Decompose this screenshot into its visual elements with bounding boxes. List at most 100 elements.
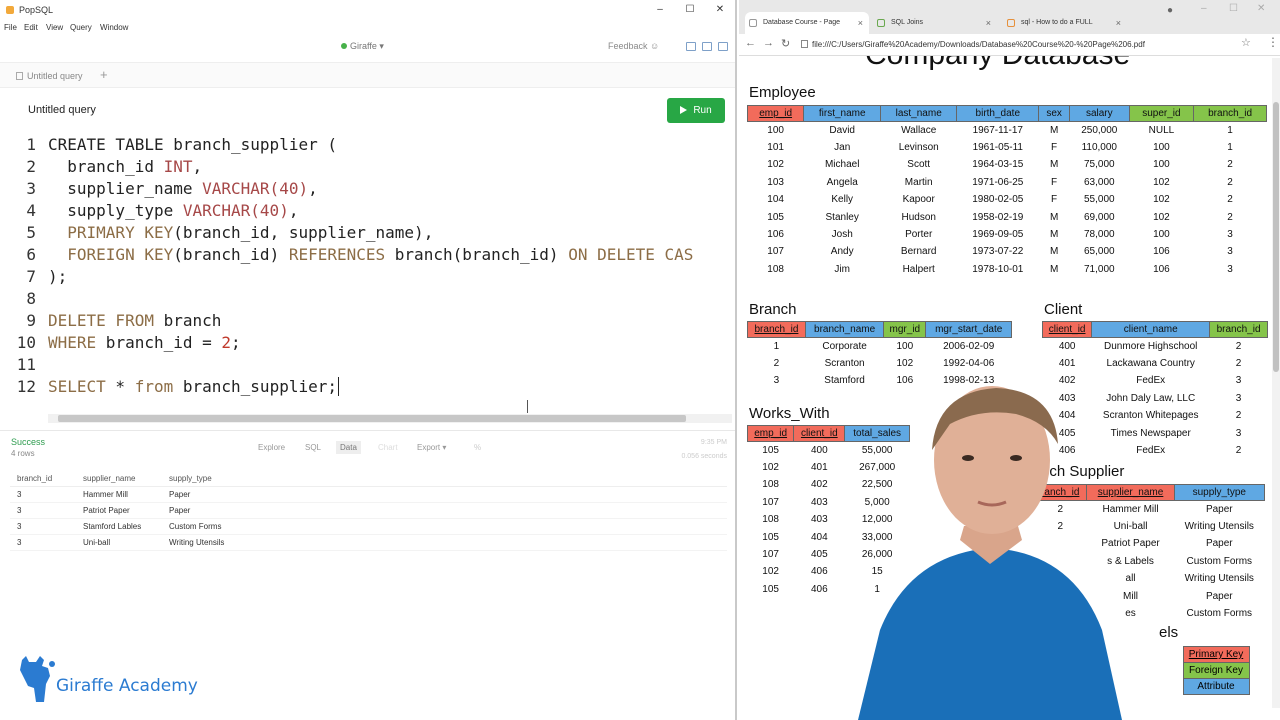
sql-editor[interactable]: 1 CREATE TABLE branch_supplier (2 branch_… (0, 134, 735, 410)
browser-vertical-scrollbar[interactable] (1272, 58, 1280, 708)
line-number: 2 (26, 157, 36, 176)
menu-view[interactable]: View (46, 23, 63, 32)
table-cell: Halpert (902, 263, 935, 275)
code-token: DELETE FROM (48, 311, 154, 330)
connection-selector[interactable]: Giraffe ▾ (341, 41, 384, 52)
table-row[interactable]: 3 Uni-ball Writing Utensils (10, 534, 727, 551)
code-token: branch_id = (96, 333, 222, 352)
run-button[interactable]: Run (667, 98, 725, 123)
maximize-button[interactable]: ☐ (678, 3, 702, 17)
tab-data[interactable]: Data (336, 441, 361, 454)
table-row[interactable]: 3 Hammer Mill Paper (10, 486, 727, 503)
query-title[interactable]: Untitled query (28, 104, 96, 116)
tab-percent[interactable]: % (470, 441, 485, 454)
results-header-row: branch_id supplier_name supply_type (10, 471, 727, 487)
browser-tab-database-course[interactable]: Database Course - Page × (745, 12, 869, 34)
table-cell: Custom Forms (1186, 555, 1253, 567)
menu-edit[interactable]: Edit (24, 23, 38, 32)
scrollbar-thumb[interactable] (1273, 102, 1279, 372)
table-row[interactable]: 3 Stamford Lables Custom Forms (10, 518, 727, 535)
bookmark-star-icon[interactable]: ☆ (1241, 36, 1251, 49)
feedback-link[interactable]: Feedback ☺ (608, 41, 659, 51)
profile-icon[interactable]: ● (1167, 5, 1173, 16)
editor-horizontal-scrollbar[interactable] (48, 414, 732, 423)
tab-explore[interactable]: Explore (254, 441, 289, 454)
table-cell: 2 (1235, 358, 1242, 370)
table-row: 101 Jan Levinson 1961-05-11 F 110,000 100 1 (748, 139, 1267, 156)
close-tab-icon[interactable]: × (1116, 12, 1121, 34)
code-token: , (192, 157, 203, 176)
close-tab-icon[interactable]: × (858, 12, 863, 34)
table-cell: Writing Utensils (162, 534, 727, 551)
table-cell: F (1051, 142, 1058, 154)
table-cell: 102 (767, 159, 784, 171)
branch-heading: Branch (749, 301, 797, 318)
tab-sql[interactable]: SQL (301, 441, 325, 454)
code-text: FOREIGN KEY(branch_id) REFERENCES branch… (48, 244, 693, 266)
reload-icon[interactable]: ↻ (781, 37, 790, 50)
column-header: super_id (1128, 105, 1195, 122)
menu-window[interactable]: Window (100, 23, 128, 32)
code-token: SELECT (48, 377, 106, 396)
table-cell: 100 (896, 340, 914, 352)
table-cell: Levinson (898, 142, 939, 154)
column-header: branch_id (747, 321, 806, 338)
layout-left-icon[interactable] (686, 42, 696, 51)
table-cell: Scott (907, 159, 931, 171)
table-cell: 403 (810, 514, 828, 526)
back-arrow-icon[interactable]: ← (745, 37, 756, 49)
code-token: ON DELETE CAS (568, 245, 694, 264)
table-cell: 100 (1153, 159, 1170, 171)
browser-tab-sql-full[interactable]: sql - How to do a FULL × (1003, 12, 1127, 34)
table-cell: 102 (1153, 194, 1170, 206)
table-cell: 2006-02-09 (943, 340, 995, 352)
table-cell: Michael (824, 159, 860, 171)
tab-export[interactable]: Export ▾ (413, 441, 450, 454)
column-header: last_name (880, 105, 958, 122)
column-header: client_id (793, 425, 846, 442)
menu-query[interactable]: Query (70, 23, 92, 32)
layout-right-icon[interactable] (718, 42, 728, 51)
column-header: branch_name (804, 321, 885, 338)
new-tab-button[interactable]: + (100, 67, 108, 82)
code-line: 7); (0, 266, 735, 288)
forward-arrow-icon[interactable]: → (763, 37, 774, 49)
close-button[interactable]: ✕ (708, 3, 732, 17)
line-number: 9 (26, 311, 36, 330)
table-cell: 1964-03-15 (972, 159, 1024, 171)
table-cell: 105 (762, 531, 779, 543)
table-cell: M (1049, 211, 1059, 223)
results-table: branch_id supplier_name supply_type 3 Hamme… (10, 471, 727, 551)
menu-dots-icon[interactable]: ⋮ (1267, 35, 1279, 49)
close-browser-button[interactable]: ✕ (1257, 3, 1265, 14)
close-tab-icon[interactable]: × (986, 12, 991, 34)
address-bar[interactable]: file:///C:/Users/Giraffe%20Academy/Downl… (801, 37, 1261, 53)
code-token: CREATE TABLE branch_supplier ( (48, 135, 337, 154)
table-row[interactable]: 3 Patriot Paper Paper (10, 502, 727, 519)
scrollbar-thumb[interactable] (58, 415, 686, 422)
tab-untitled-query[interactable]: Untitled query (10, 66, 94, 86)
table-cell: 3 (10, 534, 76, 551)
table-cell: 108 (762, 514, 779, 526)
results-column-header[interactable]: branch_id (10, 471, 76, 487)
pdf-title: Company Database (865, 56, 1130, 72)
tab-chart[interactable]: Chart (374, 441, 402, 454)
pdf-favicon-icon (749, 19, 757, 27)
minimize-button[interactable]: – (648, 3, 672, 17)
table-cell: 105 (762, 583, 779, 595)
menu-file[interactable]: File (4, 23, 17, 32)
layout-bottom-icon[interactable] (702, 42, 712, 51)
results-column-header[interactable]: supply_type (162, 471, 727, 487)
table-cell: 100 (767, 124, 784, 136)
code-token: supplier_name (48, 179, 203, 198)
table-cell: 2 (1235, 410, 1242, 422)
results-column-header[interactable]: supplier_name (76, 471, 162, 487)
results-body: 3 Hammer Mill Paper 3 Patriot Paper Paper 3 Sta… (10, 486, 727, 551)
browser-tab-sql-joins[interactable]: SQL Joins × (873, 12, 997, 34)
result-status: Success (11, 437, 46, 447)
table-cell: Dunmore Highschool (1104, 340, 1198, 352)
maximize-browser-button[interactable]: ☐ (1229, 3, 1238, 14)
minimize-browser-button[interactable]: – (1201, 3, 1207, 14)
table-cell: Martin (904, 176, 933, 188)
table-cell: Kapoor (902, 194, 935, 206)
